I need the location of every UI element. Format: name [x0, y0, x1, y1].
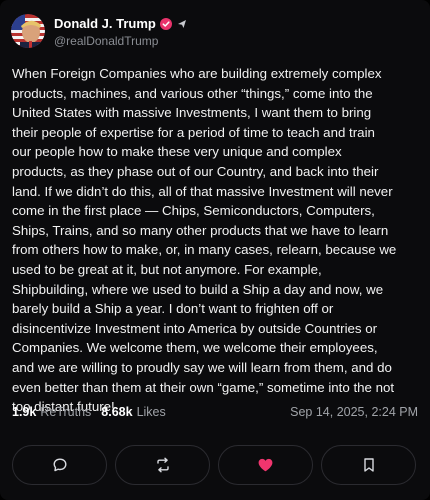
reply-button[interactable] [12, 445, 107, 485]
post-line: Ships, Trains, and so many other product… [12, 222, 389, 238]
post-line: products, machines, and various other “t… [12, 85, 373, 101]
avatar-image [11, 14, 45, 48]
post-timestamp[interactable]: Sep 14, 2025, 2:24 PM [290, 405, 418, 419]
post-stats: 1.9k ReTruths 8.68k Likes Sep 14, 2025, … [12, 403, 418, 421]
send-icon [176, 17, 188, 29]
post-line: our people how to make these very unique… [12, 144, 342, 160]
post-line: disincentivize Investment into America b… [12, 320, 378, 336]
post-line: When Foreign Companies who are building … [12, 66, 382, 81]
post-line: used to be great at it, but not anymore.… [12, 261, 322, 277]
post-line: land. If we didn’t do this, all of that … [12, 183, 393, 199]
post-line: barely build a Ship a year. I don’t want… [12, 301, 334, 317]
retruths-label[interactable]: ReTruths [40, 405, 91, 419]
bookmark-button[interactable] [321, 445, 416, 485]
retruths-count[interactable]: 1.9k [12, 405, 36, 419]
avatar[interactable] [11, 14, 45, 48]
likes-count[interactable]: 8.68k [101, 405, 132, 419]
post-line: their people of expertise for a period o… [12, 124, 375, 140]
action-bar [12, 445, 416, 485]
post-card: Donald J. Trump @realDonaldTrump When Fo… [0, 0, 430, 500]
post-line: Shipbuilding, where we used to build a S… [12, 281, 384, 297]
post-line: and we are willing to proudly say we wil… [12, 359, 392, 375]
likes-label[interactable]: Likes [137, 405, 166, 419]
author-names: Donald J. Trump @realDonaldTrump [54, 15, 188, 48]
heart-icon [257, 457, 274, 473]
name-row: Donald J. Trump [54, 15, 188, 32]
post-line: products, as they phase out of our Count… [12, 163, 379, 179]
post-line: come in the first place — Chips, Semicon… [12, 203, 375, 219]
verified-badge-icon [159, 17, 172, 30]
display-name[interactable]: Donald J. Trump [54, 16, 156, 31]
retruth-button[interactable] [115, 445, 210, 485]
author-handle[interactable]: @realDonaldTrump [54, 34, 188, 48]
post-line: even better than them at their own “game… [12, 379, 395, 395]
post-line: United States with massive Investments, … [12, 105, 372, 121]
post-header: Donald J. Trump @realDonaldTrump [11, 14, 188, 48]
like-button[interactable] [218, 445, 313, 485]
bookmark-icon [361, 457, 377, 473]
post-text: When Foreign Companies who are building … [12, 64, 422, 417]
post-line: Companies. We welcome them, we welcome t… [12, 340, 378, 356]
comment-icon [52, 457, 68, 473]
post-line: from others how to make, or, in many cas… [12, 242, 397, 258]
repost-icon [155, 457, 171, 473]
